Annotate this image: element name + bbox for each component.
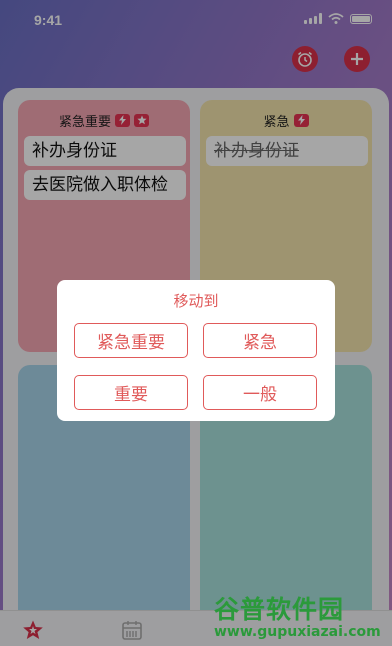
move-important-button[interactable]: 重要 bbox=[74, 375, 188, 410]
watermark-url: www.gupuxiazai.com bbox=[214, 624, 381, 640]
move-urgent-important-button[interactable]: 紧急重要 bbox=[74, 323, 188, 358]
move-urgent-button[interactable]: 紧急 bbox=[203, 323, 317, 358]
move-normal-button[interactable]: 一般 bbox=[203, 375, 317, 410]
watermark-title: 谷普软件园 bbox=[214, 595, 345, 624]
move-to-dialog: 移动到 紧急重要 紧急 重要 一般 bbox=[57, 280, 335, 421]
dialog-title: 移动到 bbox=[173, 292, 219, 310]
watermark: 谷普软件园 www.gupuxiazai.com bbox=[210, 590, 392, 646]
